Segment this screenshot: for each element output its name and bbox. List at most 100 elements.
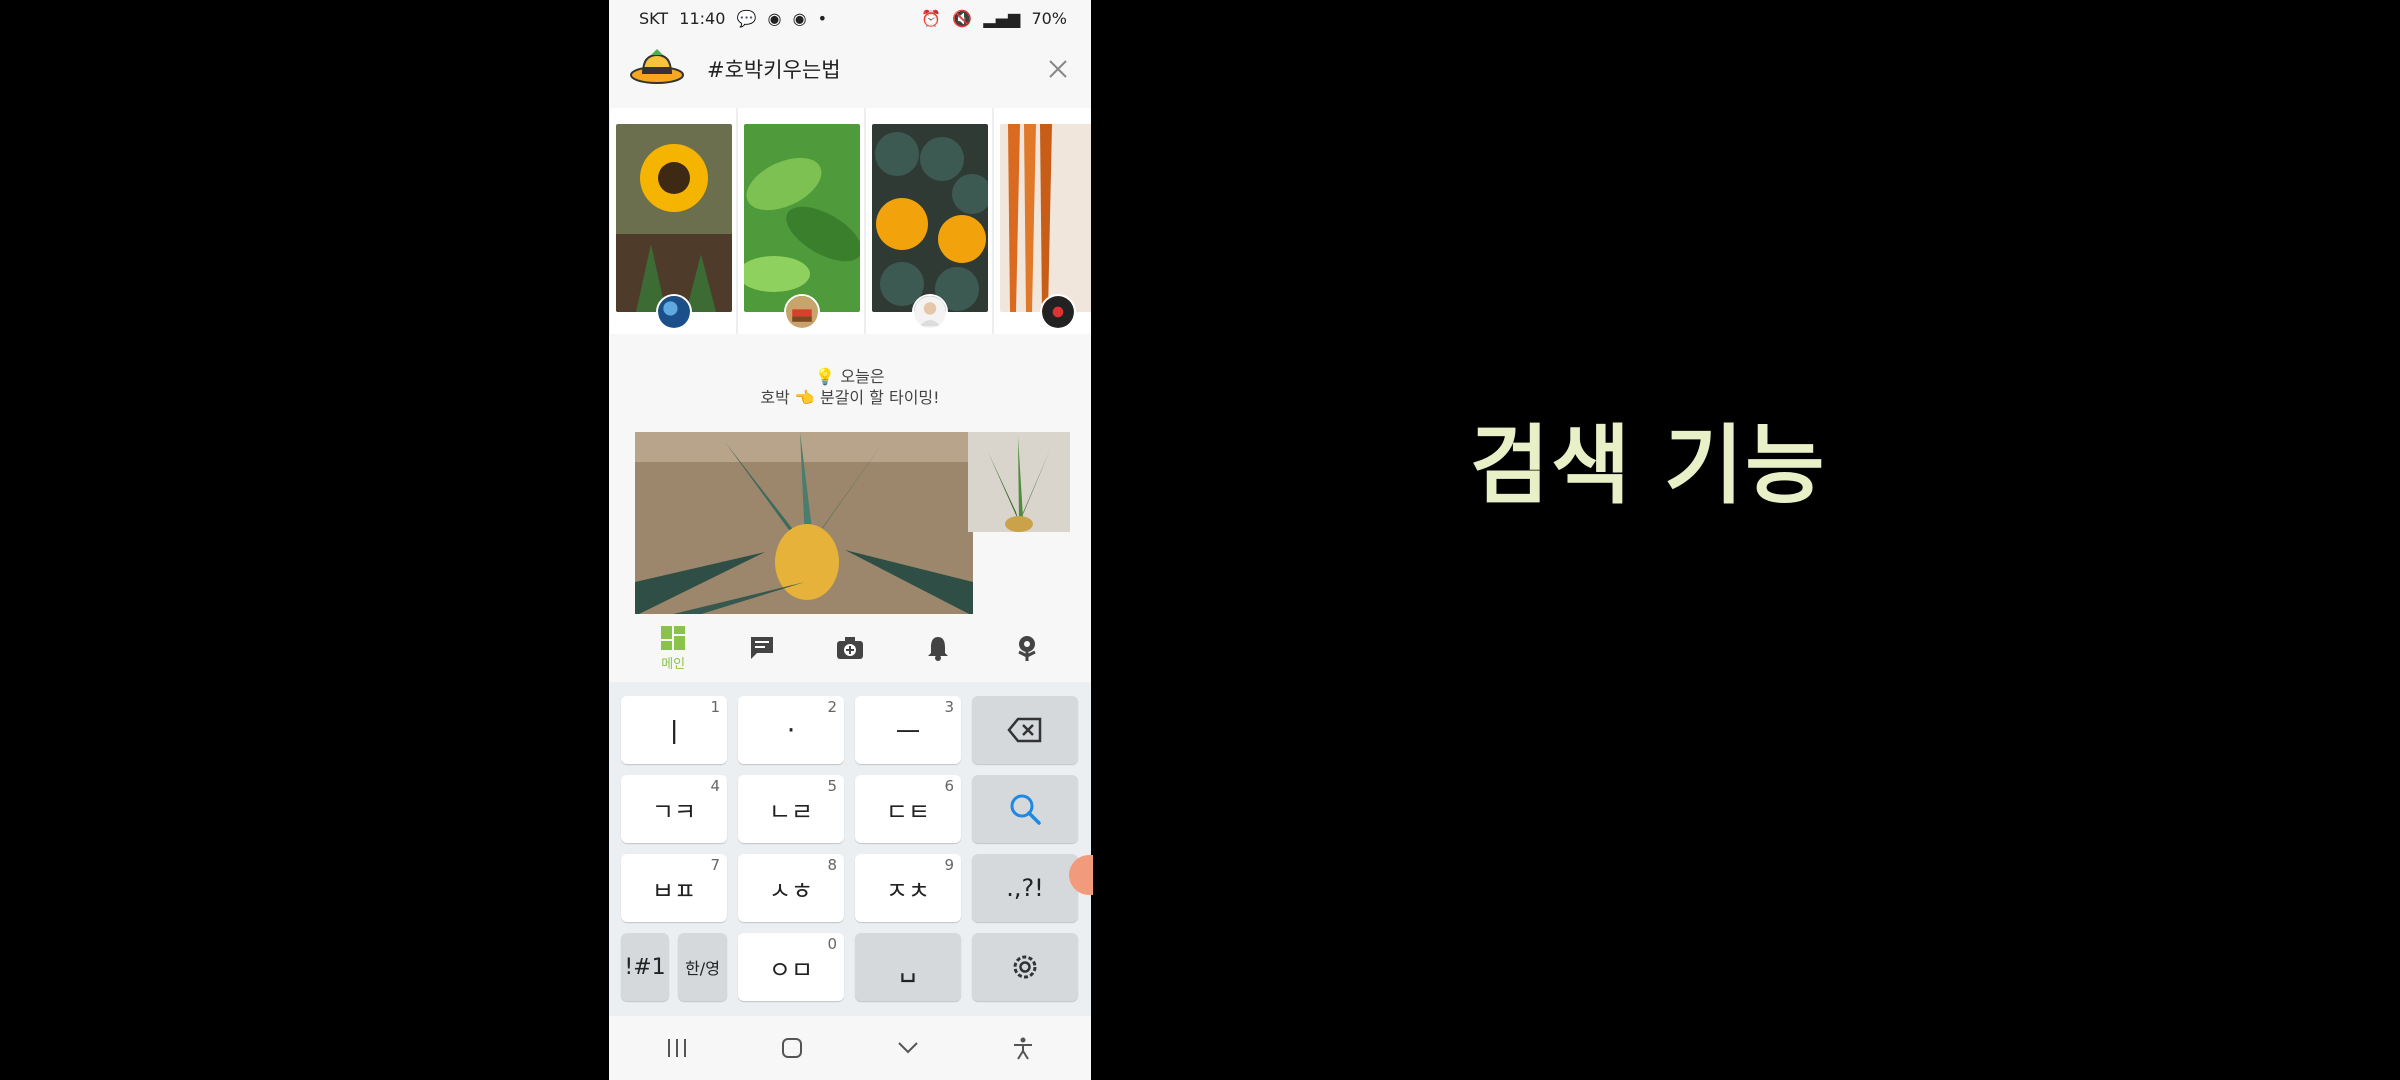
story-card-leafy-plant[interactable] (737, 108, 865, 334)
camera-icon (836, 637, 863, 659)
backspace-key[interactable] (972, 696, 1078, 764)
signal-icon: ▂▄▆ (983, 8, 1021, 28)
key-ieung-number: 0 (827, 935, 837, 953)
chevron-down-icon (898, 1042, 918, 1054)
grid-icon (661, 625, 686, 650)
tip-line-2: 호박 👈 분갈이 할 타이밍! (760, 388, 940, 407)
key-language-label: 한/영 (685, 959, 720, 978)
key-jieut-label: ㅈㅊ (885, 876, 931, 905)
search-icon (1010, 794, 1041, 825)
backspace-icon (1007, 717, 1042, 743)
flower-icon (1018, 636, 1036, 661)
key-jieut[interactable]: ㅈㅊ 9 (855, 854, 961, 922)
key-symbols-label: !#1 (624, 954, 666, 980)
key-symbols[interactable]: !#1 (621, 933, 669, 1001)
key-nieun-number: 5 (827, 777, 837, 795)
key-dot[interactable]: · 2 (738, 696, 844, 764)
status-left: SKT 11:40 💬 ◉ ◉ • (639, 9, 833, 28)
daily-tip: 💡 오늘은 호박 👈 분갈이 할 타이밍! (609, 366, 1091, 408)
nav-camera[interactable] (830, 635, 870, 661)
key-bieup[interactable]: ㅂㅍ 7 (621, 854, 727, 922)
sunflower-thumbnail (616, 124, 732, 312)
chat-notification-icon: 💬 (736, 8, 757, 28)
key-eu[interactable]: ㅡ 3 (855, 696, 961, 764)
mute-icon: 🔇 (952, 8, 973, 28)
recent-apps-button[interactable] (657, 1028, 697, 1068)
search-header (609, 36, 1091, 102)
nav-main-label: 메인 (661, 656, 686, 672)
carrier: SKT (639, 8, 669, 28)
key-ieung[interactable]: ㅇㅁ 0 (738, 933, 844, 1001)
search-key[interactable] (972, 775, 1078, 843)
story-strip[interactable] (609, 108, 1091, 334)
bell-icon (928, 637, 949, 661)
accessibility-icon (1014, 1037, 1033, 1060)
more-notifications-icon: • (817, 8, 828, 28)
story-card-sunflower[interactable] (609, 108, 737, 334)
story-card-pumpkins[interactable] (865, 108, 993, 334)
avatar[interactable] (656, 294, 692, 330)
key-punctuation[interactable]: .,?! (972, 854, 1078, 922)
key-eu-number: 3 (944, 698, 954, 716)
app-notification-icon: ◉ (767, 8, 782, 28)
key-digeut[interactable]: ㄷㅌ 6 (855, 775, 961, 843)
key-eu-label: ㅡ (895, 717, 921, 749)
story-card-carrots[interactable] (993, 108, 1091, 334)
key-nieun-label: ㄴㄹ (768, 797, 814, 826)
leafy-plant-thumbnail (744, 124, 860, 312)
avatar[interactable] (912, 294, 948, 330)
system-navigation-bar (609, 1016, 1091, 1080)
clock: 11:40 (679, 8, 726, 28)
key-siot[interactable]: ㅅㅎ 8 (738, 854, 844, 922)
korean-keyboard: ㅣ 1 · 2 ㅡ 3 ㄱㅋ 4 ㄴㄹ 5 ㄷㅌ 6 ㅂㅍ 7 ㅅㅎ 8 ㅈㅊ … (609, 682, 1091, 1016)
key-siot-number: 8 (827, 856, 837, 874)
key-nieun[interactable]: ㄴㄹ 5 (738, 775, 844, 843)
carrots-thumbnail (1000, 124, 1091, 312)
hide-keyboard-button[interactable] (888, 1028, 928, 1068)
app-notification-icon-2: ◉ (792, 8, 807, 28)
key-language-toggle[interactable]: 한/영 (678, 933, 727, 1001)
status-bar: SKT 11:40 💬 ◉ ◉ • ⏰ 🔇 ▂▄▆ 70% (609, 0, 1091, 36)
pineapple-photo (635, 432, 973, 616)
pumpkins-thumbnail (872, 124, 988, 312)
recent-apps-icon (667, 1039, 686, 1057)
key-bieup-number: 7 (710, 856, 720, 874)
feed-image-pineapple[interactable] (635, 432, 973, 616)
nav-chat[interactable] (742, 635, 782, 661)
key-bieup-label: ㅂㅍ (651, 876, 697, 905)
key-giyeok-label: ㄱㅋ (651, 797, 697, 826)
key-dot-number: 2 (827, 698, 837, 716)
keyboard-settings-key[interactable] (972, 933, 1078, 1001)
phone-screen: SKT 11:40 💬 ◉ ◉ • ⏰ 🔇 ▂▄▆ 70% #호박키우는법 💡 … (609, 0, 1091, 1080)
accessibility-button[interactable] (1003, 1028, 1043, 1068)
search-input[interactable] (705, 56, 1039, 82)
key-i-number: 1 (710, 698, 720, 716)
chat-icon (750, 637, 773, 659)
close-icon[interactable] (1045, 56, 1071, 82)
gear-icon (1013, 955, 1037, 979)
space-key[interactable]: ␣ (855, 933, 961, 1001)
key-i[interactable]: ㅣ 1 (621, 696, 727, 764)
key-jieut-number: 9 (944, 856, 954, 874)
feed-image-pineapple-top[interactable] (968, 432, 1070, 532)
key-giyeok[interactable]: ㄱㅋ 4 (621, 775, 727, 843)
key-dot-label: · (786, 714, 796, 746)
avatar[interactable] (1040, 294, 1076, 330)
home-button[interactable] (772, 1028, 812, 1068)
tip-line-1: 💡 오늘은 (815, 367, 885, 386)
key-i-label: ㅣ (661, 717, 687, 749)
battery-level: 70% (1031, 8, 1067, 28)
overlay-title: 검색 기능 (1470, 416, 1827, 516)
pineapple-top-photo (968, 432, 1070, 532)
key-digeut-label: ㄷㅌ (885, 797, 931, 826)
key-giyeok-number: 4 (710, 777, 720, 795)
key-digeut-number: 6 (944, 777, 954, 795)
key-siot-label: ㅅㅎ (768, 876, 814, 905)
avatar[interactable] (784, 294, 820, 330)
app-logo-hat-icon[interactable] (629, 49, 685, 89)
nav-notifications[interactable] (918, 635, 958, 661)
bottom-navigation: 메인 (609, 614, 1091, 682)
nav-plants[interactable] (1007, 634, 1047, 662)
key-punctuation-label: .,?! (1006, 874, 1044, 902)
nav-main[interactable]: 메인 (653, 625, 693, 672)
